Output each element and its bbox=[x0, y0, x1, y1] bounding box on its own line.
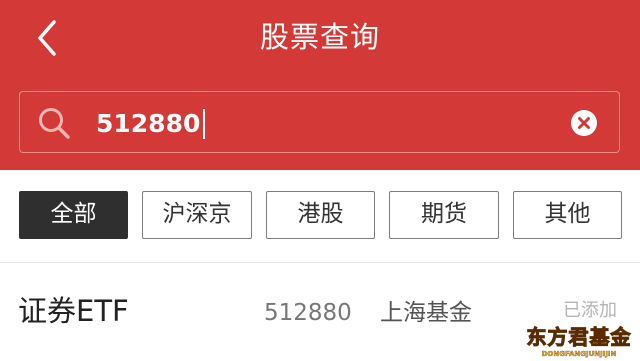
search-box[interactable] bbox=[19, 91, 620, 153]
clear-search-button[interactable] bbox=[571, 110, 597, 136]
tab-other[interactable]: 其他 bbox=[513, 191, 622, 239]
stock-market: 上海基金 bbox=[380, 300, 472, 326]
page-title: 股票查询 bbox=[259, 20, 380, 54]
search-input[interactable] bbox=[96, 102, 556, 144]
header-bar: 股票查询 bbox=[0, 0, 640, 170]
tab-hushenjing[interactable]: 沪深京 bbox=[142, 191, 252, 239]
watermark-logo: 东方君基金 DONGFANGJUNJIJIN bbox=[526, 325, 632, 359]
search-icon bbox=[39, 108, 70, 139]
tab-futures[interactable]: 期货 bbox=[389, 191, 499, 239]
tab-all[interactable]: 全部 bbox=[19, 191, 128, 239]
svg-text:DONGFANGJUNJIJIN: DONGFANGJUNJIJIN bbox=[542, 350, 617, 358]
text-caret bbox=[203, 109, 205, 139]
svg-text:东方君基金: 东方君基金 bbox=[527, 325, 632, 349]
filter-tab-bar: 全部 沪深京 港股 期货 其他 bbox=[0, 170, 640, 260]
tab-hk-stocks[interactable]: 港股 bbox=[266, 191, 375, 239]
stock-name: 证券ETF bbox=[18, 294, 129, 328]
stock-code: 512880 bbox=[264, 300, 352, 326]
clear-icon bbox=[578, 117, 590, 129]
